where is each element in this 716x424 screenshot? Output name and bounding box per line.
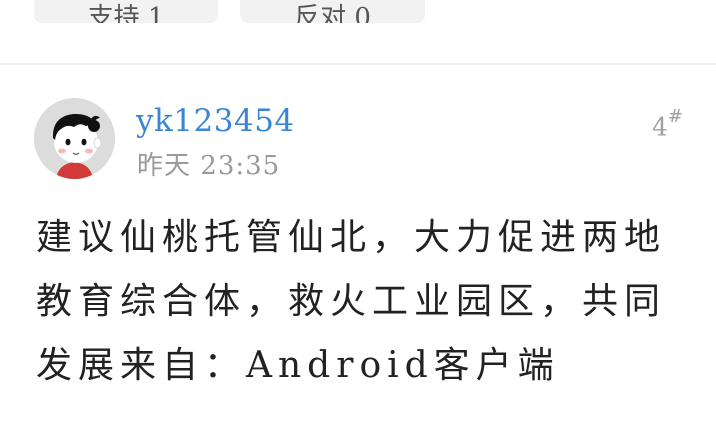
- oppose-label: 反对: [294, 3, 347, 23]
- post-timestamp: 昨天 23:35: [137, 145, 280, 182]
- post-content: 建议仙桃托管仙北，大力促进两地教育综合体，救火工业园区，共同发展来自：Andro…: [36, 217, 667, 386]
- divider: [0, 63, 716, 65]
- oppose-button[interactable]: 反对 0: [240, 0, 425, 23]
- timestamp-day: 昨天: [137, 151, 192, 181]
- support-count: 1: [147, 3, 165, 23]
- oppose-count: 0: [354, 3, 371, 23]
- support-label: 支持: [87, 3, 140, 23]
- avatar[interactable]: [34, 98, 115, 179]
- floor-mark: #: [667, 106, 683, 127]
- cartoon-avatar-icon: [34, 98, 115, 179]
- timestamp-clock: 23:35: [200, 151, 281, 181]
- username-link[interactable]: yk123454: [136, 103, 295, 139]
- vote-bar: 支持 1 反对 0: [34, 0, 425, 23]
- support-button[interactable]: 支持 1: [34, 0, 218, 23]
- post-page: 支持 1 反对 0 yk123454 昨天 23:35 4# 建议仙桃托管仙北，…: [0, 0, 716, 424]
- floor-number: 4#: [652, 106, 683, 142]
- floor-number-value: 4: [652, 112, 668, 142]
